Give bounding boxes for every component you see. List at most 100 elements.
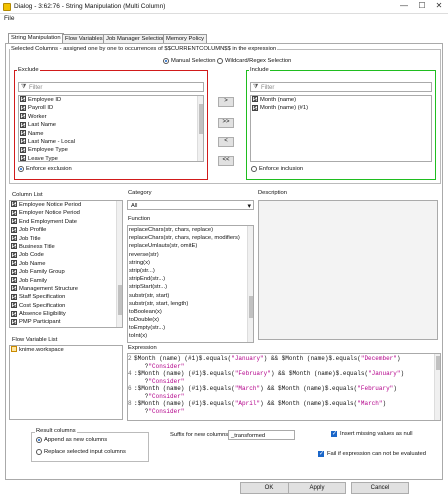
move-all-right-button[interactable]: >> bbox=[218, 118, 234, 128]
column-list-item-label: Job Title bbox=[19, 235, 41, 242]
column-list-scroll-thumb[interactable] bbox=[118, 285, 122, 315]
function-list-scroll-thumb[interactable] bbox=[249, 296, 253, 318]
manual-selection-label: Manual Selection bbox=[171, 58, 216, 64]
flow-variable-list[interactable]: knime.workspace bbox=[9, 345, 123, 420]
column-list-item[interactable]: S Job Family bbox=[10, 276, 122, 285]
exclude-filter-placeholder: Filter bbox=[29, 84, 43, 91]
code-token: $Month (name) (#1)$. bbox=[134, 355, 207, 362]
selected-columns-legend: Selected Columns - assigned one by one t… bbox=[10, 46, 278, 52]
move-all-left-button[interactable]: << bbox=[218, 156, 234, 166]
menu-bar: File bbox=[0, 14, 448, 24]
expression-scroll-thumb[interactable] bbox=[436, 356, 440, 370]
minimize-button[interactable]: — bbox=[396, 1, 412, 10]
column-list-item[interactable]: S Staff Specification bbox=[10, 293, 122, 301]
string-type-icon: S bbox=[11, 251, 17, 259]
exclude-list-item[interactable]: S Worker bbox=[19, 113, 203, 121]
apply-button[interactable]: Apply bbox=[288, 482, 346, 494]
exclude-list-item[interactable]: S Employee ID bbox=[19, 96, 203, 104]
function-list-item[interactable]: replaceChars(str, chars, replace) bbox=[128, 226, 253, 234]
function-list-item[interactable]: stripStart(str...) bbox=[128, 283, 253, 291]
menu-file[interactable]: File bbox=[4, 15, 14, 22]
exclude-filter-input[interactable]: ⧩ Filter bbox=[18, 82, 204, 92]
exclude-scroll-thumb[interactable] bbox=[199, 104, 203, 134]
tab-job-manager-selection[interactable]: Job Manager Selection bbox=[103, 34, 169, 43]
include-list-item[interactable]: S Month (name) bbox=[251, 96, 431, 104]
exclude-list-item[interactable]: S Name bbox=[19, 130, 203, 138]
replace-columns-radio[interactable] bbox=[36, 449, 42, 455]
column-list-item[interactable]: S Job Family Group bbox=[10, 268, 122, 276]
function-list-item[interactable]: string(x) bbox=[128, 259, 253, 267]
function-list-item[interactable]: stripEnd(str...) bbox=[128, 275, 253, 283]
exclude-list-item[interactable]: S Employee Type bbox=[19, 146, 203, 154]
column-list-item[interactable]: S Job Profile bbox=[10, 226, 122, 234]
string-literal: "Consider" bbox=[148, 377, 185, 385]
code-token: ? bbox=[134, 377, 149, 385]
include-filter-placeholder: Filter bbox=[261, 84, 275, 91]
column-list-item[interactable]: S Business Title bbox=[10, 243, 122, 251]
expression-editor[interactable]: 2 $Month (name) (#1)$.equals("January") &… bbox=[127, 353, 441, 421]
move-right-button[interactable]: > bbox=[218, 97, 234, 107]
exclude-scrollbar[interactable] bbox=[197, 96, 203, 161]
function-list[interactable]: replaceChars(str, chars, replace) replace… bbox=[127, 225, 254, 343]
function-list-item[interactable]: strip(str...) bbox=[128, 267, 253, 275]
function-list-item[interactable]: toEmpty(str...) bbox=[128, 324, 253, 332]
column-list[interactable]: S Employee Notice Period S Employer Notice … bbox=[9, 200, 123, 328]
function-list-scrollbar[interactable] bbox=[247, 226, 253, 342]
exclude-list-item[interactable]: S Last Name - Local bbox=[19, 138, 203, 146]
enforce-inclusion-radio[interactable] bbox=[251, 166, 257, 172]
move-left-button[interactable]: < bbox=[218, 137, 234, 147]
maximize-button[interactable]: ☐ bbox=[414, 1, 430, 10]
expression-scrollbar[interactable] bbox=[434, 354, 440, 420]
column-list-item[interactable]: S Job Title bbox=[10, 235, 122, 243]
tab-string-manipulation[interactable]: String Manipulation bbox=[8, 33, 64, 43]
suffix-input[interactable]: _transformed bbox=[228, 430, 295, 440]
string-type-icon: S bbox=[11, 226, 17, 234]
category-select[interactable]: All ▾ bbox=[127, 200, 254, 210]
fail-on-error-checkbox[interactable] bbox=[318, 450, 324, 457]
column-list-item[interactable]: S End Employment Date bbox=[10, 218, 122, 226]
include-list[interactable]: S Month (name) S Month (name) (#1) bbox=[250, 95, 432, 162]
column-list-item[interactable]: SWorker Country bbox=[10, 327, 122, 328]
insert-missing-checkbox[interactable] bbox=[331, 430, 337, 437]
filter-icon: ⧩ bbox=[21, 84, 27, 90]
function-list-item[interactable]: replaceChars(str, chars, replace, modifi… bbox=[128, 234, 253, 242]
manual-selection-radio[interactable] bbox=[163, 58, 169, 64]
column-list-item[interactable]: S Job Name bbox=[10, 260, 122, 268]
column-list-item[interactable]: S Cost Specification bbox=[10, 302, 122, 310]
exclude-list-item[interactable]: S Last Name bbox=[19, 121, 203, 129]
column-list-item[interactable]: S Absence Eligibility bbox=[10, 310, 122, 318]
close-button[interactable]: ✕ bbox=[431, 1, 447, 10]
column-list-item[interactable]: S Employee Notice Period bbox=[10, 201, 122, 209]
function-list-item[interactable]: reverse(str) bbox=[128, 251, 253, 259]
function-list-item[interactable]: toDouble(x) bbox=[128, 316, 253, 324]
column-list-item[interactable]: S PMP Participant bbox=[10, 318, 122, 326]
function-list-item[interactable]: substr(str, start) bbox=[128, 292, 253, 300]
append-columns-radio[interactable] bbox=[36, 437, 42, 443]
exclude-list-item-label: Last Name - Local bbox=[28, 138, 76, 145]
exclude-list-item[interactable]: S Leave Type bbox=[19, 155, 203, 161]
column-list-scrollbar[interactable] bbox=[116, 201, 122, 327]
exclude-list[interactable]: S Employee ID S Payroll ID S Worker S Last Name… bbox=[18, 95, 204, 162]
include-list-item[interactable]: S Month (name) (#1) bbox=[251, 104, 431, 112]
flow-variable-item[interactable]: knime.workspace bbox=[10, 346, 122, 354]
function-list-item[interactable]: toInt(x) bbox=[128, 332, 253, 340]
cancel-button[interactable]: Cancel bbox=[351, 482, 409, 494]
suffix-label: Suffix for new columns bbox=[170, 432, 229, 438]
include-filter-input[interactable]: ⧩ Filter bbox=[250, 82, 432, 92]
tab-flow-variables[interactable]: Flow Variables bbox=[62, 34, 106, 43]
code-token: equals bbox=[206, 355, 228, 362]
wildcard-selection-radio[interactable] bbox=[217, 58, 223, 64]
enforce-exclusion-radio[interactable] bbox=[18, 166, 24, 172]
function-list-item[interactable]: replaceUmlauts(str, omitE) bbox=[128, 242, 253, 250]
exclude-list-item[interactable]: S Payroll ID bbox=[19, 104, 203, 112]
function-list-item[interactable]: toBoolean(x) bbox=[128, 308, 253, 316]
exclude-list-item-label: Employee Type bbox=[28, 147, 68, 154]
function-list-item[interactable]: substr(str, start, length) bbox=[128, 300, 253, 308]
tab-memory-policy[interactable]: Memory Policy bbox=[163, 34, 208, 43]
enforce-inclusion-label: Enforce inclusion bbox=[259, 166, 304, 172]
column-list-item[interactable]: S Job Code bbox=[10, 251, 122, 259]
string-type-icon: S bbox=[20, 146, 26, 154]
column-list-item[interactable]: S Employer Notice Period bbox=[10, 209, 122, 217]
column-list-item[interactable]: S Management Structure bbox=[10, 285, 122, 293]
string-literal: "Consider" bbox=[148, 407, 185, 415]
